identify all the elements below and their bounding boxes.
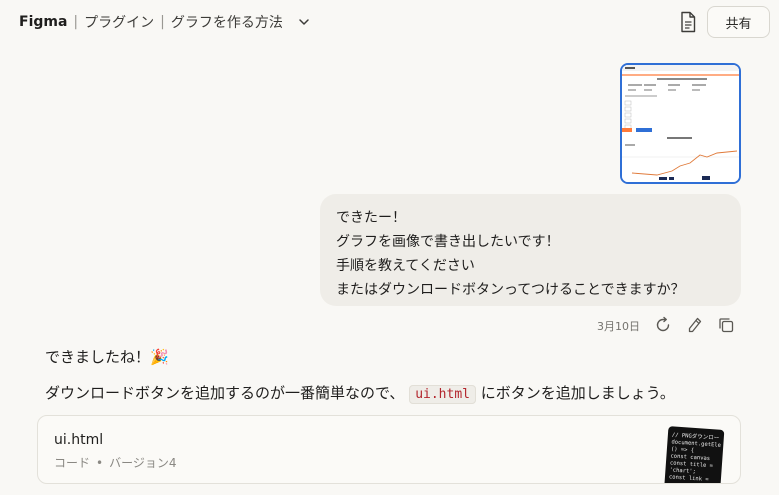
attachment-thumbnail[interactable] [620,63,741,184]
inline-code: ui.html [409,385,476,404]
user-message: できたー！ グラフを画像で書き出したいです！ 手順を教えてください またはダウン… [320,194,741,306]
retry-icon[interactable] [654,316,672,334]
breadcrumb: Figma | プラグイン | グラフを作る方法 [19,12,311,32]
document-icon[interactable] [679,11,697,33]
artifact-code-preview: // PNGダウンロー document.getEle () => { cons… [663,426,725,483]
assistant-text: ダウンロードボタンを追加するのが一番簡単なので、 ui.html にボタンを追加… [45,381,675,407]
edit-icon[interactable] [686,316,704,334]
breadcrumb-app[interactable]: Figma [19,14,67,30]
artifact-version: バージョン4 [109,456,177,470]
chevron-down-icon[interactable] [297,15,311,29]
user-message-line: またはダウンロードボタンってつけることできますか？ [336,282,685,298]
artifact-card[interactable]: ui.html コード • バージョン4 // PNGダウンロー document.… [37,415,741,484]
share-button[interactable]: 共有 [707,6,770,38]
assistant-text: できましたね！🎉 [45,348,169,366]
breadcrumb-separator: | [160,14,165,30]
artifact-subtitle: コード • バージョン4 [54,454,177,471]
top-bar: Figma | プラグイン | グラフを作る方法 [0,0,779,44]
assistant-text-segment: にボタンを追加しましょう。 [480,384,675,402]
copy-icon[interactable] [717,316,735,334]
artifact-title: ui.html [54,432,104,448]
assistant-text-segment: ダウンロードボタンを追加するのが一番簡単なので、 [45,384,405,402]
user-message-line: グラフを画像で書き出したいです！ [336,234,560,250]
separator-dot: • [96,456,104,470]
attachment-preview-image [622,65,739,182]
message-date: 3月10日 [597,320,640,333]
artifact-type: コード [54,456,91,470]
breadcrumb-project[interactable]: プラグイン [84,12,154,32]
breadcrumb-separator: | [73,14,79,30]
user-message-line: できたー！ [336,210,406,226]
page-title[interactable]: グラフを作る方法 [171,12,283,32]
user-message-line: 手順を教えてください [336,258,475,274]
